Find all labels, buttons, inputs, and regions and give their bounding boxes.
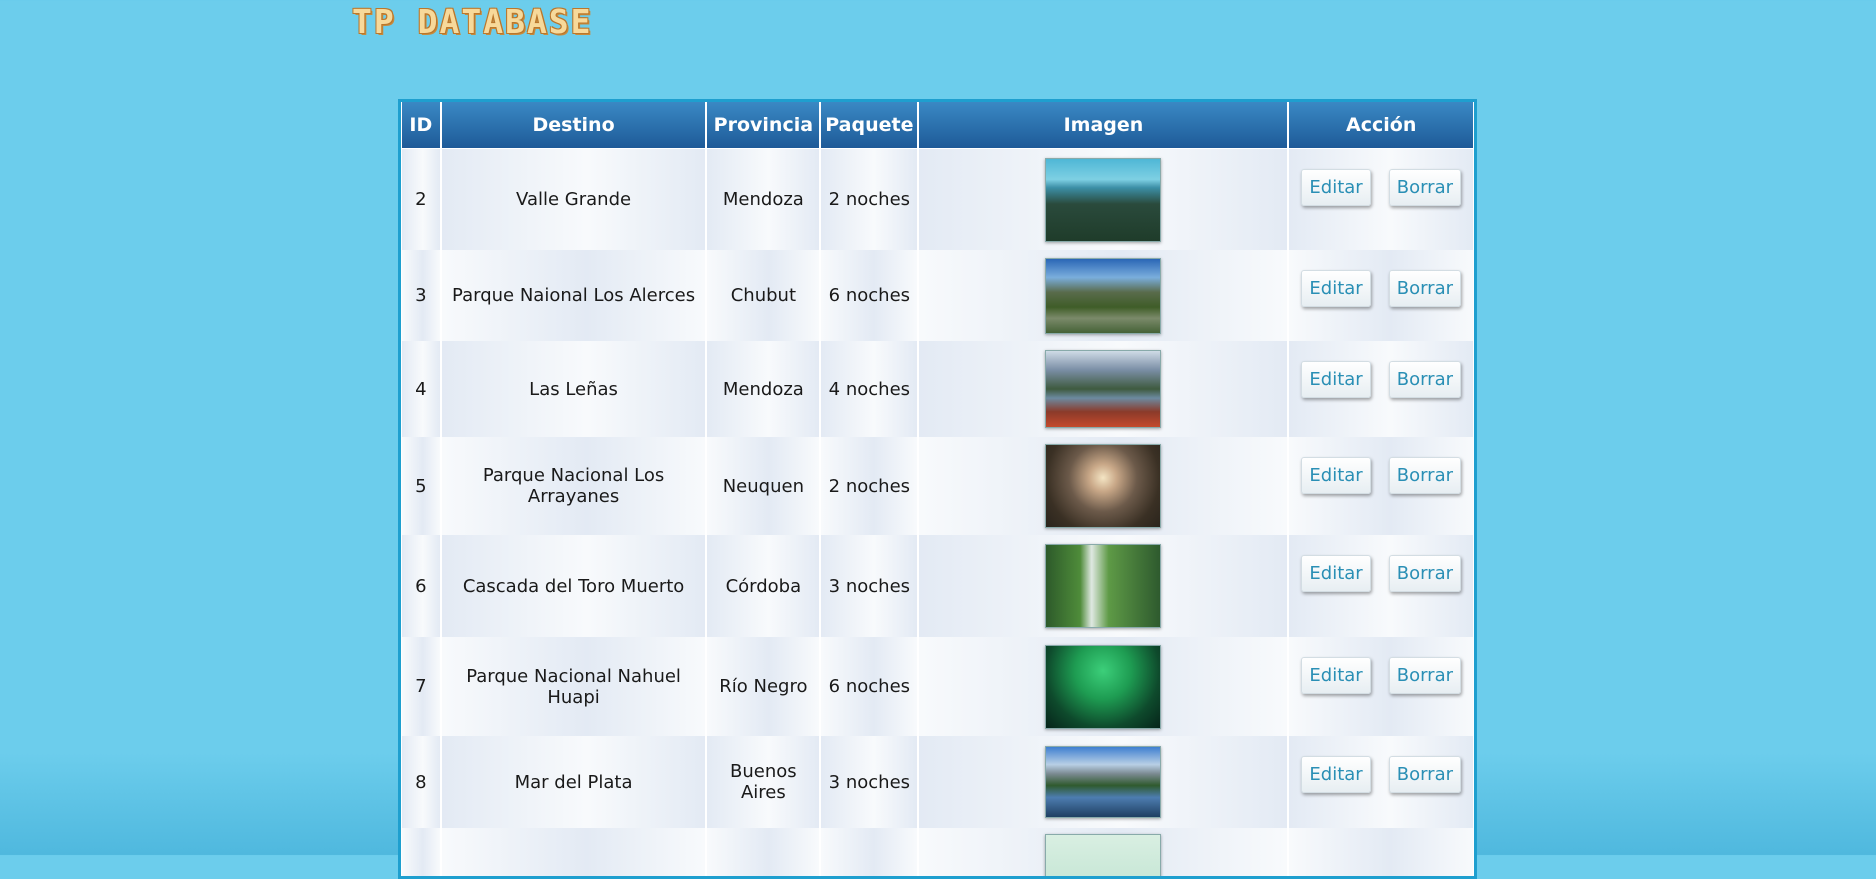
- cell-imagen: [918, 637, 1289, 736]
- cell-destino: Las Leñas: [440, 341, 707, 437]
- cell-destino: Valle Grande: [440, 149, 707, 250]
- column-header-accion: Acción: [1288, 102, 1474, 149]
- cell-accion: Editar Borrar: [1288, 341, 1474, 437]
- delete-button[interactable]: Borrar: [1388, 756, 1461, 793]
- destinations-table-container: ID Destino Provincia Paquete Imagen Acci…: [398, 99, 1477, 879]
- cell-paquete: 3 noches: [820, 736, 919, 828]
- cell-provincia: Córdoba: [706, 535, 821, 637]
- cell-accion: Editar Borrar: [1288, 736, 1474, 828]
- partial-image: [1045, 834, 1162, 876]
- cell-accion: Editar Borrar: [1288, 637, 1474, 736]
- edit-button[interactable]: Editar: [1301, 457, 1371, 494]
- edit-button[interactable]: Editar: [1301, 657, 1371, 694]
- cell-provincia: Chubut: [706, 250, 821, 341]
- cell-id: 5: [401, 437, 441, 535]
- lake-forest-image: [1045, 157, 1162, 242]
- delete-button[interactable]: Borrar: [1388, 361, 1461, 398]
- cell-provincia: Neuquen: [706, 437, 821, 535]
- cell-paquete: 2 noches: [820, 437, 919, 535]
- edit-button[interactable]: Editar: [1301, 361, 1371, 398]
- cell-id: 3: [401, 250, 441, 341]
- cell-id: 8: [401, 736, 441, 828]
- cell-id: [401, 828, 441, 876]
- cell-destino: Mar del Plata: [440, 736, 707, 828]
- table-row: [401, 828, 1474, 876]
- cell-accion: Editar Borrar: [1288, 250, 1474, 341]
- site-logo: TP DATABASE: [352, 2, 593, 41]
- cell-id: 2: [401, 149, 441, 250]
- column-header-destino: Destino: [440, 102, 707, 149]
- cell-id: 6: [401, 535, 441, 637]
- edit-button[interactable]: Editar: [1301, 270, 1371, 307]
- cell-imagen: [918, 341, 1289, 437]
- cell-destino: Parque Nacional Nahuel Huapi: [440, 637, 707, 736]
- cell-destino: Cascada del Toro Muerto: [440, 535, 707, 637]
- delete-button[interactable]: Borrar: [1388, 657, 1461, 694]
- mountain-lake-image: [1045, 746, 1162, 818]
- cell-imagen: [918, 149, 1289, 250]
- table-row: 2 Valle Grande Mendoza 2 noches Editar Bo…: [401, 149, 1474, 250]
- aurora-image: [1045, 644, 1162, 729]
- column-header-paquete: Paquete: [820, 102, 919, 149]
- cell-id: 7: [401, 637, 441, 736]
- table-row: 5 Parque Nacional Los Arrayanes Neuquen …: [401, 437, 1474, 535]
- cell-paquete: 3 noches: [820, 535, 919, 637]
- table-row: 8 Mar del Plata Buenos Aires 3 noches Ed…: [401, 736, 1474, 828]
- cell-paquete: [820, 828, 919, 876]
- edit-button[interactable]: Editar: [1301, 169, 1371, 206]
- cell-imagen: [918, 437, 1289, 535]
- cell-imagen: [918, 250, 1289, 341]
- table-header-row: ID Destino Provincia Paquete Imagen Acci…: [401, 102, 1474, 149]
- mountain-river-image: [1045, 257, 1162, 334]
- cell-id: 4: [401, 341, 441, 437]
- cell-accion: Editar Borrar: [1288, 149, 1474, 250]
- cell-destino: Parque Nacional Los Arrayanes: [440, 437, 707, 535]
- table-row: 6 Cascada del Toro Muerto Córdoba 3 noch…: [401, 535, 1474, 637]
- cell-imagen: [918, 535, 1289, 637]
- delete-button[interactable]: Borrar: [1388, 555, 1461, 592]
- cell-destino: [440, 828, 707, 876]
- destinations-table: ID Destino Provincia Paquete Imagen Acci…: [401, 102, 1474, 876]
- table-row: 3 Parque Naional Los Alerces Chubut 6 no…: [401, 250, 1474, 341]
- cell-paquete: 6 noches: [820, 637, 919, 736]
- waterfall-image: [1045, 544, 1162, 628]
- cell-accion: Editar Borrar: [1288, 535, 1474, 637]
- cell-imagen: [918, 828, 1289, 876]
- column-header-provincia: Provincia: [706, 102, 821, 149]
- sunset-forest-image: [1045, 444, 1162, 528]
- table-row: 4 Las Leñas Mendoza 4 noches Editar Borra…: [401, 341, 1474, 437]
- cell-provincia: Buenos Aires: [706, 736, 821, 828]
- cell-provincia: Río Negro: [706, 637, 821, 736]
- cell-paquete: 2 noches: [820, 149, 919, 250]
- cell-provincia: Mendoza: [706, 149, 821, 250]
- autumn-mountain-lake-image: [1045, 350, 1162, 428]
- cell-provincia: Mendoza: [706, 341, 821, 437]
- column-header-id: ID: [401, 102, 441, 149]
- delete-button[interactable]: Borrar: [1388, 457, 1461, 494]
- cell-destino: Parque Naional Los Alerces: [440, 250, 707, 341]
- cell-imagen: [918, 736, 1289, 828]
- delete-button[interactable]: Borrar: [1388, 270, 1461, 307]
- cell-paquete: 4 noches: [820, 341, 919, 437]
- delete-button[interactable]: Borrar: [1388, 169, 1461, 206]
- edit-button[interactable]: Editar: [1301, 555, 1371, 592]
- cell-paquete: 6 noches: [820, 250, 919, 341]
- table-row: 7 Parque Nacional Nahuel Huapi Río Negro…: [401, 637, 1474, 736]
- edit-button[interactable]: Editar: [1301, 756, 1371, 793]
- cell-provincia: [706, 828, 821, 876]
- column-header-imagen: Imagen: [918, 102, 1289, 149]
- cell-accion: Editar Borrar: [1288, 437, 1474, 535]
- cell-accion: [1288, 828, 1474, 876]
